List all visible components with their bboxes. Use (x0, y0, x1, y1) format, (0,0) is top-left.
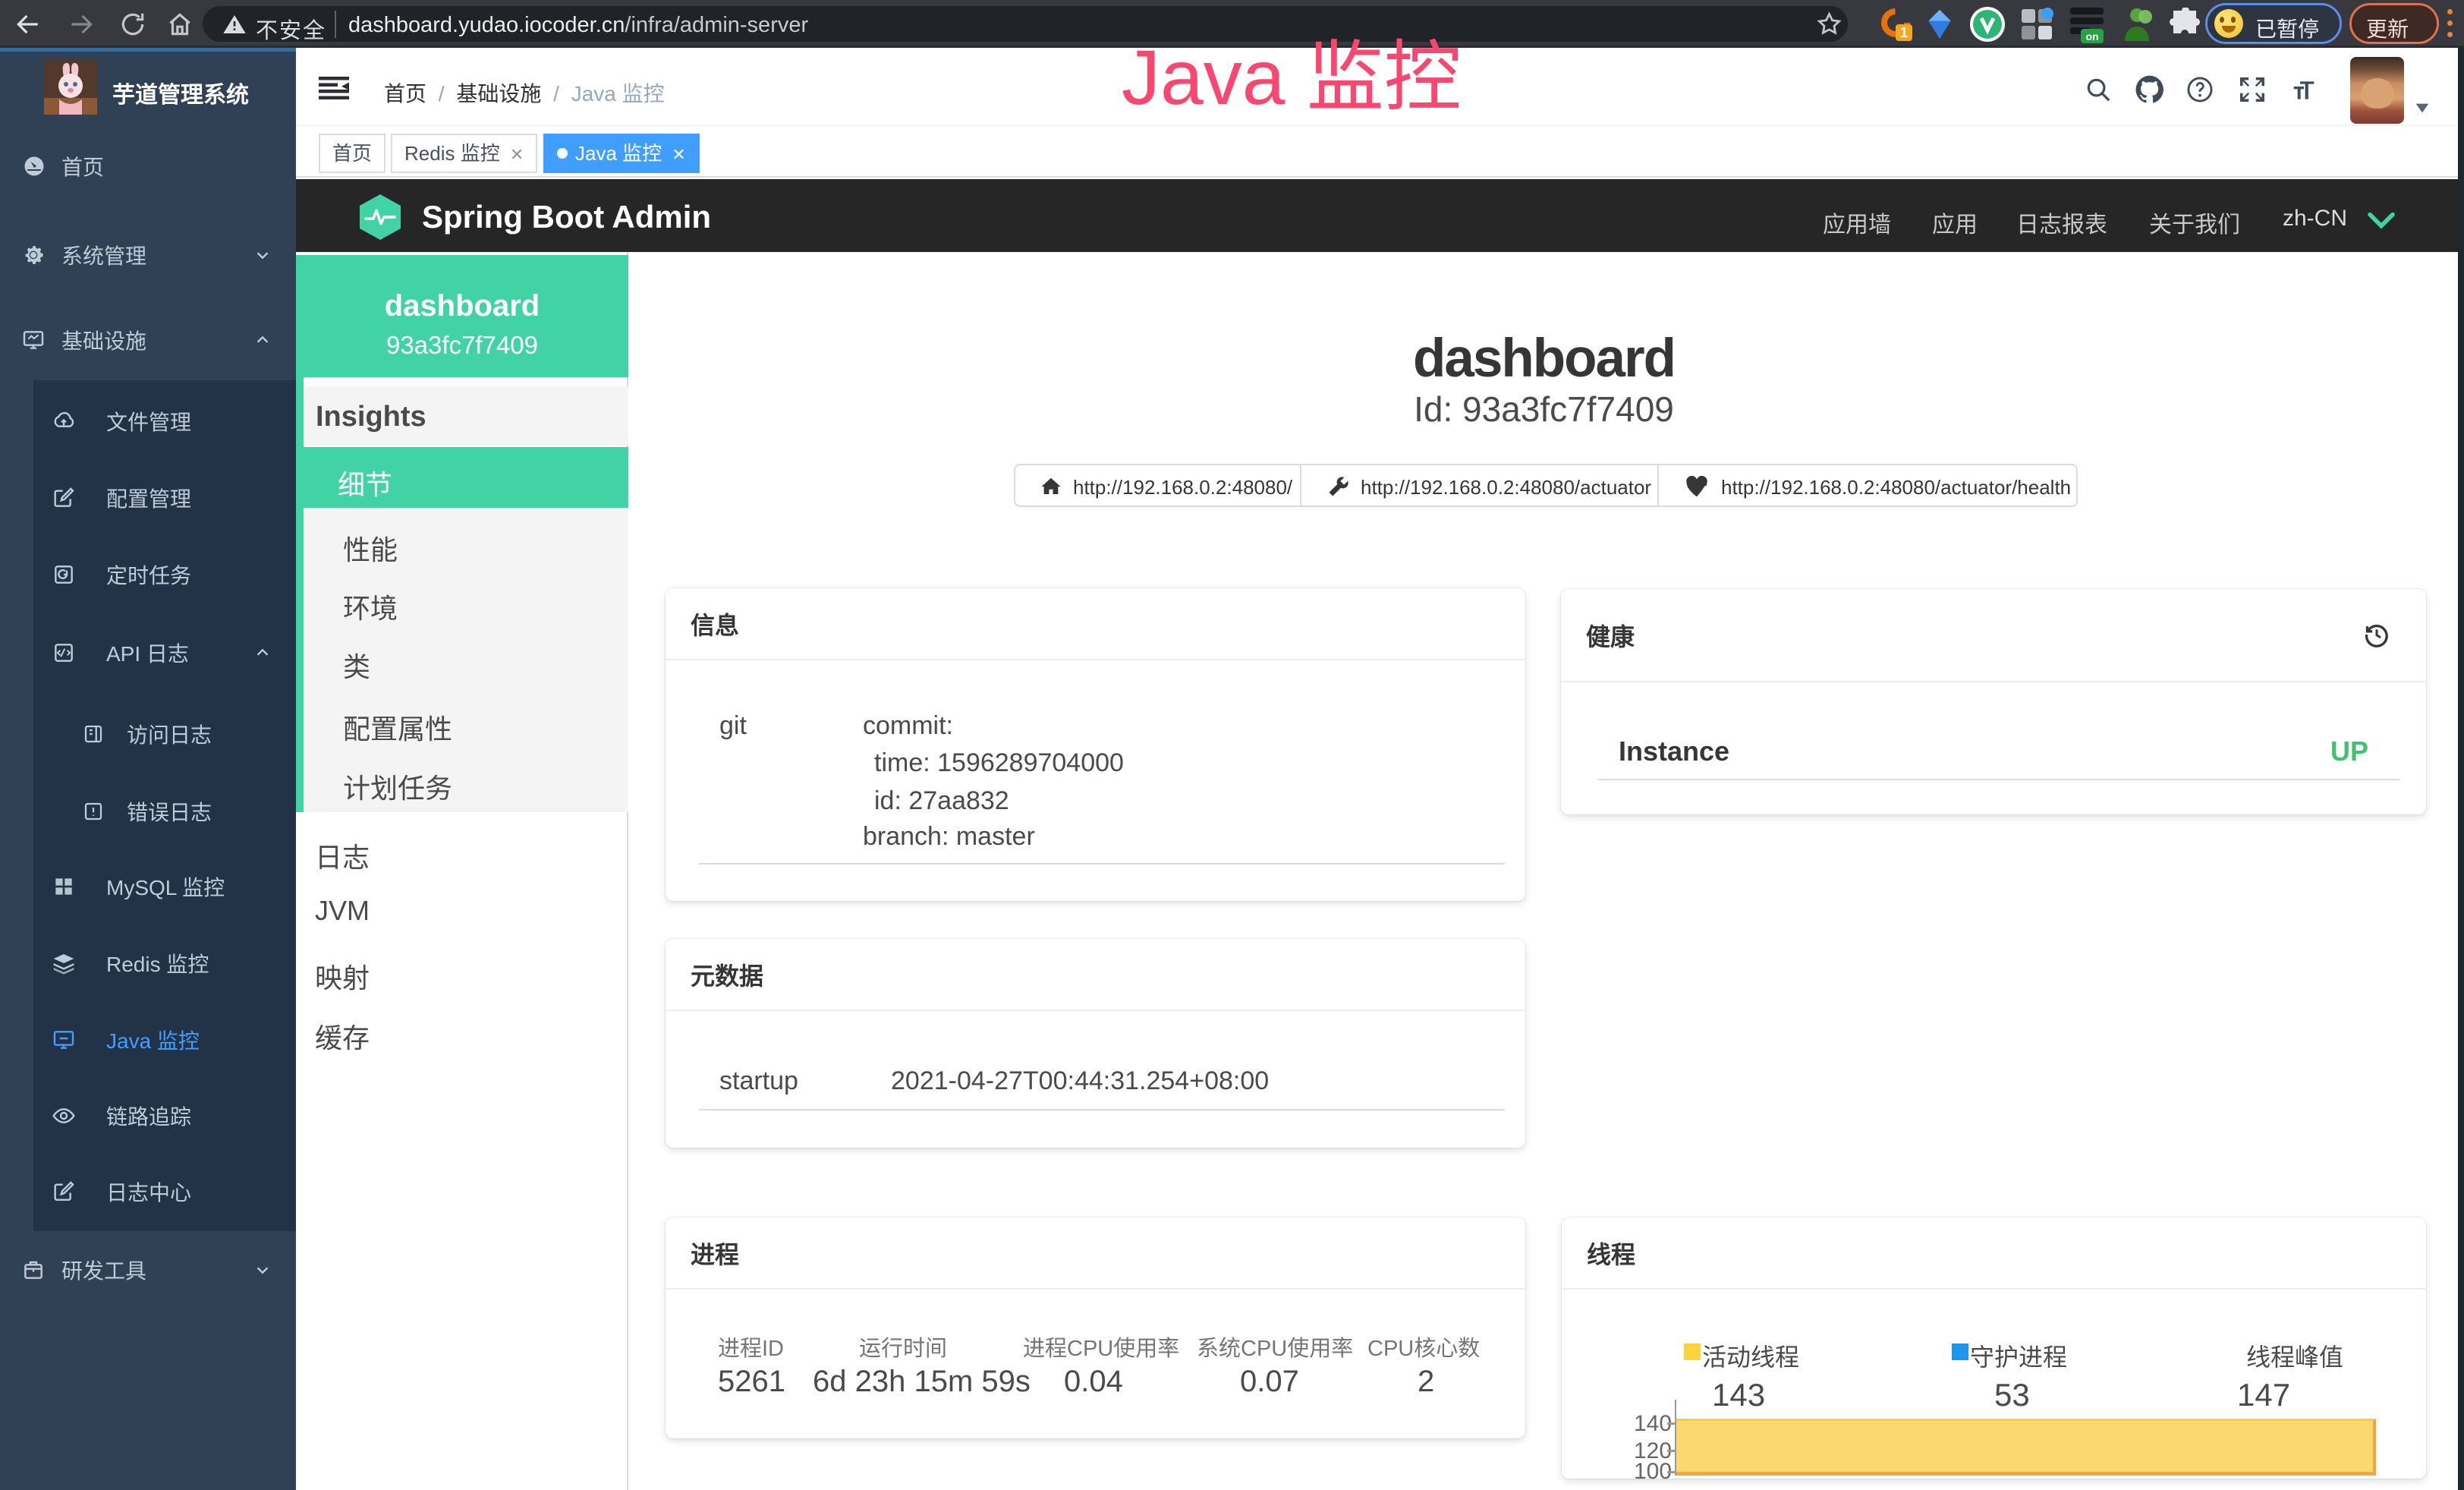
svg-text:1: 1 (1900, 25, 1908, 40)
svg-text:on: on (2085, 30, 2098, 43)
